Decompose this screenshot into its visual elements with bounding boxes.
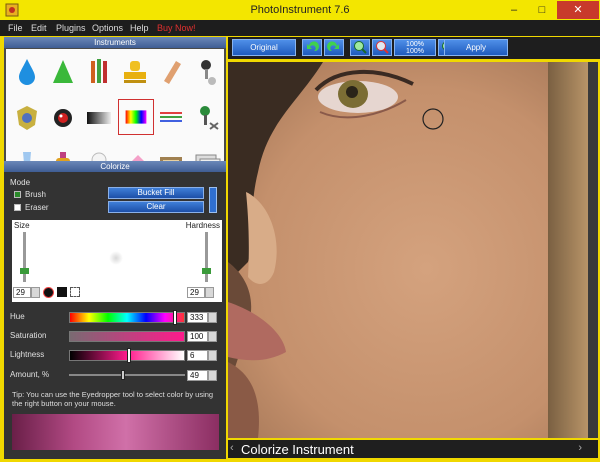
shield-icon[interactable]: [10, 101, 44, 135]
scroll-left-icon[interactable]: ‹: [230, 442, 234, 454]
size-spinner[interactable]: [31, 287, 40, 298]
zoom-level-display[interactable]: 100% 100%: [394, 39, 436, 56]
amount-label: Amount, %: [10, 370, 50, 379]
menu-plugins[interactable]: Plugins: [56, 23, 86, 33]
gradient-icon[interactable]: [82, 101, 116, 135]
mode-label: Mode: [10, 178, 31, 187]
saturation-label: Saturation: [10, 331, 47, 340]
zoom-in-button[interactable]: [350, 39, 370, 56]
undo-icon: [307, 41, 319, 51]
redo-button[interactable]: [324, 39, 344, 56]
magnifier-plus-icon: [354, 41, 367, 54]
menu-file[interactable]: File: [8, 23, 23, 33]
droplet-icon[interactable]: [10, 55, 44, 89]
eraser-radio[interactable]: [14, 204, 21, 211]
hardness-input[interactable]: 29: [187, 287, 205, 298]
saturation-input[interactable]: 100: [187, 331, 208, 342]
vertical-scrollbar[interactable]: [588, 62, 598, 438]
eraser-icon[interactable]: [154, 55, 188, 89]
clear-button[interactable]: Clear: [108, 201, 204, 213]
size-slider[interactable]: [23, 232, 26, 282]
tip-text: Tip: You can use the Eyedropper tool to …: [12, 390, 214, 408]
mode-scroll[interactable]: [209, 187, 217, 213]
hardness-label: Hardness: [185, 221, 220, 230]
app-window: PhotoInstrument 7.6 – □ ✕ File Edit Plug…: [0, 0, 600, 462]
hardness-spinner[interactable]: [205, 287, 214, 298]
custom-brush-button[interactable]: [70, 287, 80, 297]
lightness-slider-thumb[interactable]: [127, 348, 131, 363]
size-label: Size: [14, 221, 30, 230]
menu-buy-now[interactable]: Buy Now!: [157, 23, 196, 33]
title-bar: PhotoInstrument 7.6 – □ ✕: [0, 0, 600, 20]
amount-spinner[interactable]: [208, 370, 217, 381]
lightness-spinner[interactable]: [208, 350, 217, 361]
size-input[interactable]: 29: [13, 287, 31, 298]
amount-input[interactable]: 49: [187, 370, 208, 381]
magnifier-minus-icon: [376, 41, 389, 54]
size-slider-thumb[interactable]: [20, 268, 29, 274]
lightness-input[interactable]: 6: [187, 350, 208, 361]
instruments-header: Instruments: [4, 37, 226, 48]
saturation-spinner[interactable]: [208, 331, 217, 342]
face-photo: [228, 62, 588, 438]
lightness-label: Lightness: [10, 350, 45, 359]
menu-bar: File Edit Plugins Options Help Buy Now!: [0, 20, 600, 36]
lines-icon[interactable]: [154, 101, 188, 135]
brush-dot: [109, 251, 123, 265]
cone-icon[interactable]: [46, 55, 80, 89]
brush-preview: Size Hardness 29 29: [12, 220, 222, 302]
zoom-level-bottom: 100%: [406, 48, 424, 55]
redo-icon: [327, 41, 339, 51]
amount-slider[interactable]: [69, 374, 185, 376]
original-button[interactable]: Original: [232, 39, 296, 56]
status-text: Colorize Instrument: [241, 442, 354, 457]
rainbow-icon[interactable]: [118, 99, 154, 135]
scroll-right-icon[interactable]: ›: [578, 442, 582, 454]
red-eye-icon[interactable]: [46, 101, 80, 135]
pencils-icon[interactable]: [82, 55, 116, 89]
undo-button[interactable]: [302, 39, 322, 56]
hue-slider[interactable]: [69, 312, 185, 323]
apply-button[interactable]: Apply: [444, 39, 508, 56]
amount-slider-thumb[interactable]: [121, 370, 125, 380]
pin-icon[interactable]: [190, 55, 224, 89]
stamp-icon[interactable]: [118, 55, 152, 89]
close-button[interactable]: ✕: [557, 1, 599, 19]
menu-edit[interactable]: Edit: [31, 23, 47, 33]
square-brush-button[interactable]: [57, 287, 67, 297]
zoom-out-button[interactable]: [372, 39, 392, 56]
brush-radio[interactable]: [14, 191, 21, 198]
menu-options[interactable]: Options: [92, 23, 123, 33]
hardness-slider-thumb[interactable]: [202, 268, 211, 274]
eraser-label: Eraser: [25, 203, 49, 212]
bucket-fill-button[interactable]: Bucket Fill: [108, 187, 204, 199]
minimize-button[interactable]: –: [500, 1, 528, 19]
top-toolbar: Original 100% 100% Apply: [228, 37, 600, 59]
menu-help[interactable]: Help: [130, 23, 149, 33]
round-brush-button[interactable]: [43, 287, 54, 298]
status-bar: ‹ Colorize Instrument ›: [228, 440, 598, 458]
joystick-icon[interactable]: [190, 101, 224, 135]
colorize-header: Colorize: [4, 161, 226, 172]
maximize-button[interactable]: □: [528, 1, 556, 19]
hue-label: Hue: [10, 312, 25, 321]
preview-thumbnail[interactable]: [12, 414, 219, 450]
zoom-level-top: 100%: [406, 41, 424, 48]
image-canvas[interactable]: [228, 62, 588, 438]
saturation-slider[interactable]: [69, 331, 185, 342]
hue-slider-thumb[interactable]: [173, 310, 177, 325]
brush-label: Brush: [25, 190, 46, 199]
hardness-slider[interactable]: [205, 232, 208, 282]
hue-spinner[interactable]: [208, 312, 217, 323]
hue-input[interactable]: 333: [187, 312, 208, 323]
